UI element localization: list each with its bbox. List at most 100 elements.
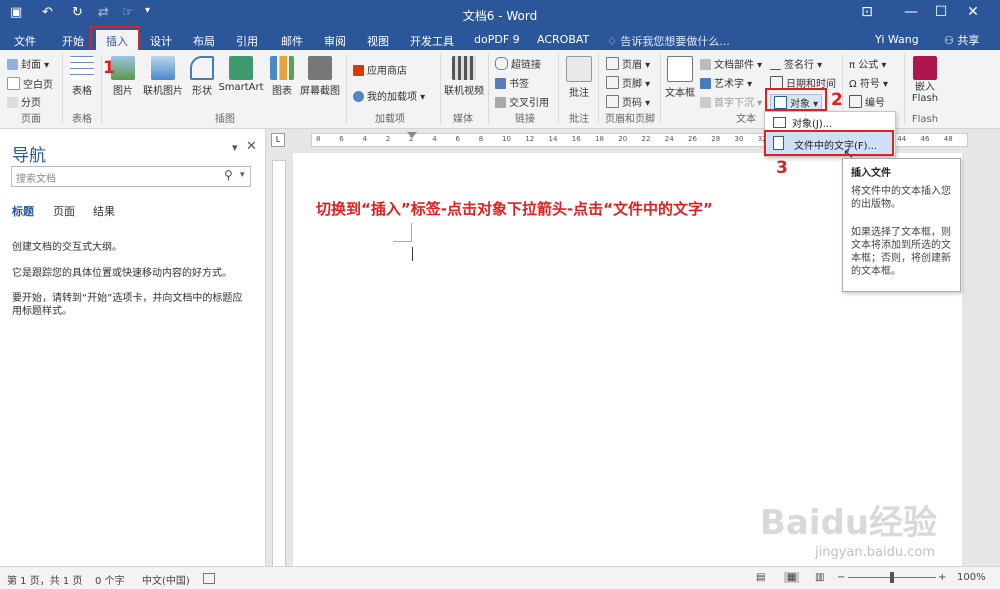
ribbon-display-icon[interactable]: ⊡ (852, 4, 882, 20)
read-mode-icon[interactable]: ▤ (756, 572, 765, 583)
macro-record-icon[interactable] (203, 573, 215, 584)
indent-marker[interactable] (407, 132, 417, 138)
nav-text-1: 创建文档的交互式大纲。 (12, 242, 122, 253)
tab-acrobat[interactable]: ACROBAT (537, 33, 589, 46)
tab-review[interactable]: 审阅 (324, 33, 346, 49)
print-layout-icon[interactable]: ▦ (784, 572, 800, 583)
nav-close-icon[interactable]: ✕ (246, 139, 257, 154)
table-label: 表格 (72, 86, 92, 97)
nav-options-icon[interactable]: ▾ (232, 141, 238, 154)
annotation-number-3: 3 (776, 158, 788, 178)
close-button[interactable]: ✕ (958, 4, 988, 20)
online-pictures-button[interactable]: 联机图片 (141, 56, 185, 97)
separator (558, 54, 559, 124)
page-number-label: 页码 (622, 98, 642, 109)
zoom-level[interactable]: 100% (957, 572, 986, 583)
screenshot-button[interactable]: 屏幕截图 (298, 56, 342, 97)
zoom-in-icon[interactable]: + (938, 572, 946, 583)
tab-view[interactable]: 视图 (367, 33, 389, 49)
nav-tab-pages[interactable]: 页面 (53, 203, 75, 219)
minimize-button[interactable]: — (896, 4, 926, 20)
cover-page-button[interactable]: 封面 ▾ (7, 56, 49, 71)
user-name[interactable]: Yi Wang (875, 33, 919, 46)
tab-home[interactable]: 开始 (62, 33, 84, 49)
separator (660, 54, 661, 124)
search-icon[interactable]: ⚲ (224, 168, 233, 182)
separator (62, 54, 63, 124)
equation-button[interactable]: π 公式 ▾ (849, 56, 886, 71)
screenshot-icon (308, 56, 332, 80)
tab-file[interactable]: 文件 (14, 33, 36, 49)
ruler-tick-label: 4 (362, 135, 367, 143)
separator (101, 54, 102, 124)
nav-tab-results[interactable]: 结果 (93, 203, 115, 219)
tooltip-paragraph-2: 如果选择了文本框，则文本将添加到所选的文本框；否则，将创建新的文本框。 (851, 227, 951, 277)
embed-flash-button[interactable]: 嵌入 Flash (908, 56, 942, 104)
navigation-pane: 导航 ▾ ✕ 搜索文档 ⚲ ▾ 标题 页面 结果 创建文档的交互式大纲。 它是跟… (0, 129, 266, 566)
search-dropdown-icon[interactable]: ▾ (240, 170, 245, 180)
bookmark-button[interactable]: 书签 (495, 75, 529, 90)
tab-developer[interactable]: 开发工具 (410, 33, 454, 49)
tab-dopdf[interactable]: doPDF 9 (474, 33, 520, 46)
nav-search-input[interactable]: 搜索文档 ⚲ ▾ (11, 166, 251, 187)
ruler-tick-label: 4 (432, 135, 437, 143)
web-layout-icon[interactable]: ▥ (815, 572, 824, 583)
tab-mailings[interactable]: 邮件 (281, 33, 303, 49)
my-addins-button[interactable]: 我的加载项 ▾ (353, 88, 425, 103)
signature-line-label: 签名行 (784, 60, 814, 71)
textbox-button[interactable]: 文本框 (664, 56, 696, 99)
drop-cap-button[interactable]: 首字下沉 ▾ (700, 94, 762, 109)
signature-line-button[interactable]: 签名行 ▾ (770, 56, 822, 71)
language[interactable]: 中文(中国) (142, 572, 190, 587)
footer-icon (606, 76, 619, 89)
zoom-out-icon[interactable]: − (837, 572, 845, 583)
page-number-button[interactable]: 页码 ▾ (606, 94, 650, 109)
ruler-tick-label: 8 (478, 135, 484, 143)
table-button[interactable]: 表格 (67, 56, 97, 97)
nav-tab-headings[interactable]: 标题 (12, 203, 34, 219)
tab-design[interactable]: 设计 (150, 33, 172, 49)
footer-button[interactable]: 页脚 ▾ (606, 75, 650, 90)
cross-reference-button[interactable]: 交叉引用 (495, 94, 549, 109)
ruler-tick-label: 10 (502, 135, 511, 143)
smartart-button[interactable]: SmartArt (218, 56, 264, 93)
share-button[interactable]: ⚇ 共享 (944, 32, 979, 48)
shapes-icon (190, 56, 214, 80)
window-title: 文档6 - Word (462, 9, 538, 23)
maximize-button[interactable]: ☐ (926, 4, 956, 20)
wordart-button[interactable]: 艺术字 ▾ (700, 75, 752, 90)
comment-button[interactable]: 批注 (564, 56, 594, 99)
tab-selector[interactable]: L (271, 133, 285, 147)
tab-references[interactable]: 引用 (236, 33, 258, 49)
page-break-button[interactable]: 分页 (7, 94, 41, 109)
blank-page-button[interactable]: 空白页 (7, 76, 53, 91)
zoom-slider-thumb[interactable] (890, 572, 894, 583)
page-count[interactable]: 第 1 页，共 1 页 (7, 572, 82, 587)
tell-me-box[interactable]: ♢ 告诉我您想要做什么... (607, 33, 730, 49)
quick-parts-button[interactable]: 文档部件 ▾ (700, 56, 762, 71)
quick-parts-label: 文档部件 (714, 60, 754, 71)
group-table: 表格 (72, 114, 92, 125)
hyperlink-button[interactable]: 超链接 (495, 56, 541, 71)
menu-item-object[interactable]: 对象(J)... (773, 115, 832, 130)
header-button[interactable]: 页眉 ▾ (606, 56, 650, 71)
online-video-button[interactable]: 联机视频 (443, 56, 485, 97)
watermark-logo: Baidu经验 (760, 503, 938, 543)
highlight-object-button (765, 88, 827, 111)
smartart-label: SmartArt (218, 82, 264, 93)
symbol-label: 符号 (859, 79, 880, 90)
symbol-button[interactable]: Ω 符号 ▾ (849, 75, 888, 90)
store-button[interactable]: 应用商店 (353, 62, 407, 77)
page-break-icon (7, 97, 18, 108)
group-pages: 页面 (21, 114, 41, 125)
tab-layout[interactable]: 布局 (193, 33, 215, 49)
shapes-button[interactable]: 形状 (189, 56, 215, 97)
wordart-label: 艺术字 (714, 79, 744, 90)
nav-text-3: 要开始，请转到“开始”选项卡，并向文档中的标题应用标题样式。 (12, 293, 243, 317)
title-bar: ▣ ↶ ↻ ⇄ ☞ ▾ 文档6 - Word ⊡ — ☐ ✕ (0, 0, 1000, 30)
number-button[interactable]: 编号 (849, 94, 885, 109)
header-icon (606, 57, 619, 70)
chart-button[interactable]: 图表 (268, 56, 296, 97)
word-count[interactable]: 0 个字 (95, 572, 125, 587)
group-comments: 批注 (569, 114, 589, 125)
